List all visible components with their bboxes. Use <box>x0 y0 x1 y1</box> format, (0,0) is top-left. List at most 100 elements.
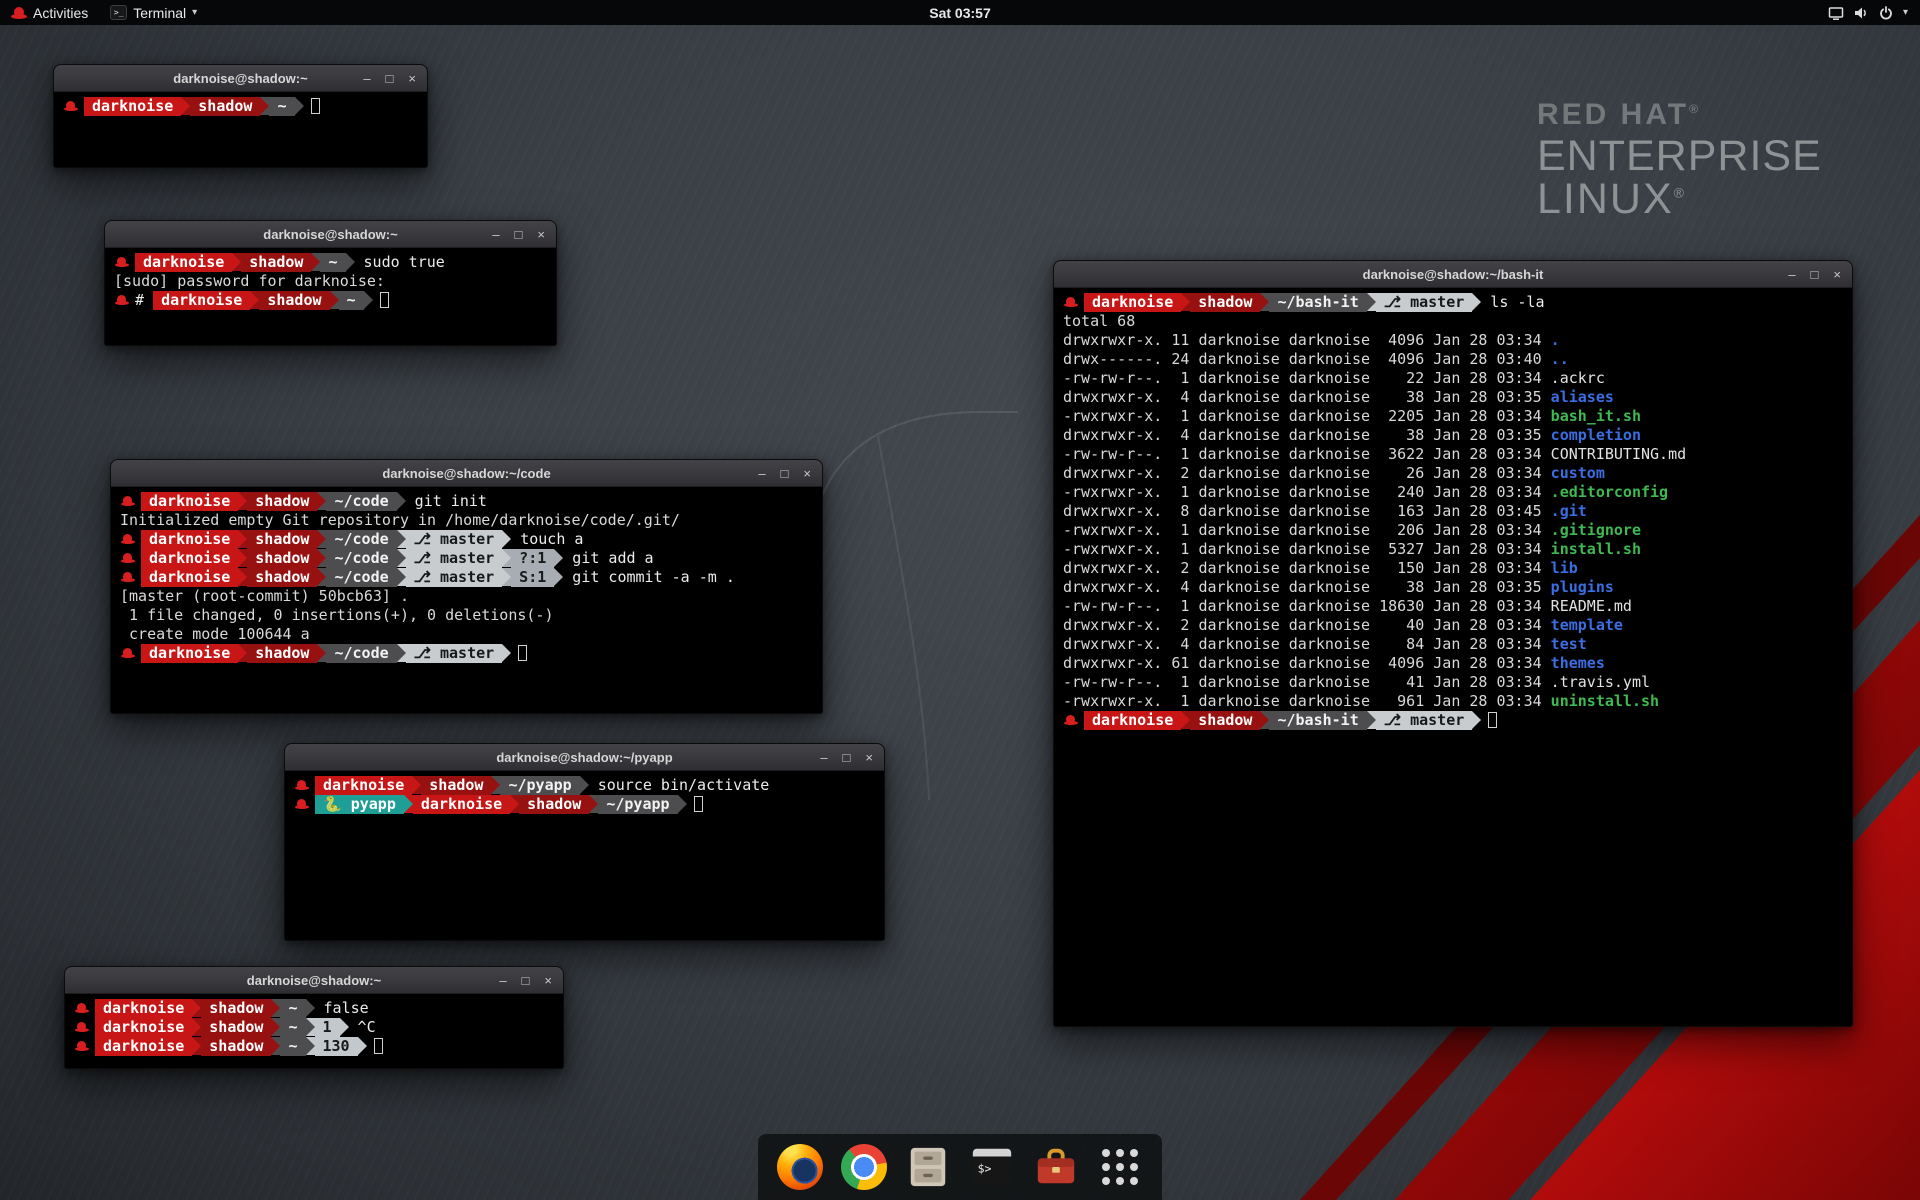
terminal-window-exit-codes[interactable]: darknoise@shadow:~ – □ × darknoiseshadow… <box>64 966 564 1069</box>
volume-icon <box>1853 5 1869 21</box>
powerline-arrow-icon <box>306 999 315 1017</box>
dock-files[interactable] <box>904 1143 952 1191</box>
powerline-arrow-icon <box>238 568 247 586</box>
powerline-arrow-icon <box>271 999 280 1017</box>
terminal-window-code[interactable]: darknoise@shadow:~/code – □ × darknoises… <box>110 459 823 714</box>
terminal-cursor <box>374 1038 383 1054</box>
dock-firefox[interactable] <box>776 1143 824 1191</box>
ls-filename-dir: aliases <box>1551 388 1614 406</box>
command-text: git add a <box>563 549 653 567</box>
powerline-arrow-icon <box>238 492 247 510</box>
minimize-button[interactable]: – <box>492 228 499 241</box>
svg-text:$>: $> <box>978 1162 992 1176</box>
terminal-content[interactable]: darknoiseshadow~ sudo true[sudo] passwor… <box>105 248 556 345</box>
terminal-window-home-1[interactable]: darknoise@shadow:~ – □ × darknoise shadow… <box>53 64 428 168</box>
terminal-output-line: Initialized empty Git repository in /hom… <box>120 511 813 530</box>
terminal-window-pyapp[interactable]: darknoise@shadow:~/pyapp – □ × darknoise… <box>284 743 885 941</box>
powerline-arrow-icon <box>491 776 500 794</box>
ls-row-details: -rwxrwxr-x. 1 darknoise darknoise 206 Ja… <box>1063 521 1551 539</box>
terminal-content[interactable]: darknoiseshadow~ <box>54 92 427 167</box>
powerline-arrow-icon <box>271 1037 280 1055</box>
redhat-prompt-icon <box>120 644 136 663</box>
maximize-button[interactable]: □ <box>781 467 789 480</box>
prompt-segment-path: ~/code <box>326 644 396 663</box>
powerline-arrow-icon <box>238 549 247 567</box>
powerline-arrow-icon <box>364 291 373 309</box>
window-titlebar[interactable]: darknoise@shadow:~/bash-it – □ × <box>1054 261 1852 288</box>
terminal-window-sudo[interactable]: darknoise@shadow:~ – □ × darknoiseshadow… <box>104 220 557 346</box>
window-title: darknoise@shadow:~ <box>173 71 307 86</box>
dock-terminal[interactable]: $> <box>968 1143 1016 1191</box>
terminal-window-bash-it[interactable]: darknoise@shadow:~/bash-it – □ × darknoi… <box>1053 260 1853 1027</box>
close-button[interactable]: × <box>408 72 416 85</box>
ls-row: drwxrwxr-x. 4 darknoise darknoise 84 Jan… <box>1063 635 1843 654</box>
ls-filename-plain: .ackrc <box>1551 369 1605 387</box>
ls-filename-exec: bash_it.sh <box>1551 407 1641 425</box>
prompt-segment-gitstat: S:1 <box>511 568 554 587</box>
redhat-prompt-icon <box>1063 711 1079 730</box>
prompt-segment-gitstat: ?:1 <box>511 549 554 568</box>
command-text: ls -la <box>1481 293 1544 311</box>
prompt-segment-host: shadow <box>190 97 260 116</box>
prompt-line: darknoiseshadow~/bash-it⎇ master ls -la <box>1063 293 1843 312</box>
window-titlebar[interactable]: darknoise@shadow:~ – □ × <box>65 967 563 994</box>
terminal-content[interactable]: darknoiseshadow~/bash-it⎇ master ls -lat… <box>1054 288 1852 1026</box>
clock[interactable]: Sat 03:57 <box>929 5 990 21</box>
window-titlebar[interactable]: darknoise@shadow:~/pyapp – □ × <box>285 744 884 771</box>
ls-row: -rwxrwxr-x. 1 darknoise darknoise 961 Ja… <box>1063 692 1843 711</box>
close-button[interactable]: × <box>1833 268 1841 281</box>
window-titlebar[interactable]: darknoise@shadow:~ – □ × <box>105 221 556 248</box>
system-status-area[interactable]: ▾ <box>1816 0 1920 25</box>
close-button[interactable]: × <box>865 751 873 764</box>
activities-button[interactable]: Activities <box>0 0 99 25</box>
ls-row-details: -rwxrwxr-x. 1 darknoise darknoise 240 Ja… <box>1063 483 1551 501</box>
ls-filename-dir: . <box>1551 331 1560 349</box>
dock-app-grid[interactable] <box>1096 1143 1144 1191</box>
terminal-output-line: create mode 100644 a <box>120 625 813 644</box>
ls-filename-plain: CONTRIBUTING.md <box>1551 445 1686 463</box>
prompt-segment-user: darknoise <box>84 97 181 116</box>
maximize-button[interactable]: □ <box>386 72 394 85</box>
prompt-segment-user: darknoise <box>95 1037 192 1056</box>
prompt-line: 🐍 pyappdarknoiseshadow~/pyapp <box>294 795 875 814</box>
window-titlebar[interactable]: darknoise@shadow:~/code – □ × <box>111 460 822 487</box>
window-titlebar[interactable]: darknoise@shadow:~ – □ × <box>54 65 427 92</box>
close-button[interactable]: × <box>803 467 811 480</box>
prompt-segment-path: ~/code <box>326 568 396 587</box>
minimize-button[interactable]: – <box>363 72 370 85</box>
minimize-button[interactable]: – <box>499 974 506 987</box>
powerline-arrow-icon <box>1260 711 1269 729</box>
maximize-button[interactable]: □ <box>843 751 851 764</box>
terminal-content[interactable]: darknoiseshadow~/pyapp source bin/activa… <box>285 771 884 940</box>
ls-row: drwx------. 24 darknoise darknoise 4096 … <box>1063 350 1843 369</box>
dock-toolbox[interactable] <box>1032 1143 1080 1191</box>
powerline-arrow-icon <box>232 253 241 271</box>
minimize-button[interactable]: – <box>820 751 827 764</box>
prompt-segment-venv: 🐍 pyapp <box>315 795 404 814</box>
ls-filename-exec: uninstall.sh <box>1551 692 1659 710</box>
terminal-content[interactable]: darknoiseshadow~ falsedarknoiseshadow~1 … <box>65 994 563 1068</box>
app-menu-terminal[interactable]: >_ Terminal ▾ <box>99 0 208 25</box>
prompt-segment-host: shadow <box>1190 293 1260 312</box>
redhat-prompt-icon <box>114 253 130 272</box>
ls-row: drwxrwxr-x. 4 darknoise darknoise 38 Jan… <box>1063 426 1843 445</box>
logo-brand-text: RED HAT <box>1537 98 1689 131</box>
powerline-arrow-icon <box>250 291 259 309</box>
terminal-content[interactable]: darknoiseshadow~/code git initInitialize… <box>111 487 822 713</box>
prompt-segment-path: ~/code <box>326 530 396 549</box>
app-grid-icon <box>1102 1149 1138 1185</box>
redhat-prompt-icon <box>74 1037 90 1056</box>
maximize-button[interactable]: □ <box>515 228 523 241</box>
terminal-cursor <box>1488 712 1497 728</box>
close-button[interactable]: × <box>537 228 545 241</box>
firefox-icon <box>777 1144 823 1190</box>
dock-chrome[interactable] <box>840 1143 888 1191</box>
close-button[interactable]: × <box>544 974 552 987</box>
minimize-button[interactable]: – <box>1788 268 1795 281</box>
ls-row: -rwxrwxr-x. 1 darknoise darknoise 206 Ja… <box>1063 521 1843 540</box>
maximize-button[interactable]: □ <box>522 974 530 987</box>
terminal-cursor <box>518 645 527 661</box>
maximize-button[interactable]: □ <box>1811 268 1819 281</box>
window-title: darknoise@shadow:~/bash-it <box>1363 267 1544 282</box>
minimize-button[interactable]: – <box>758 467 765 480</box>
